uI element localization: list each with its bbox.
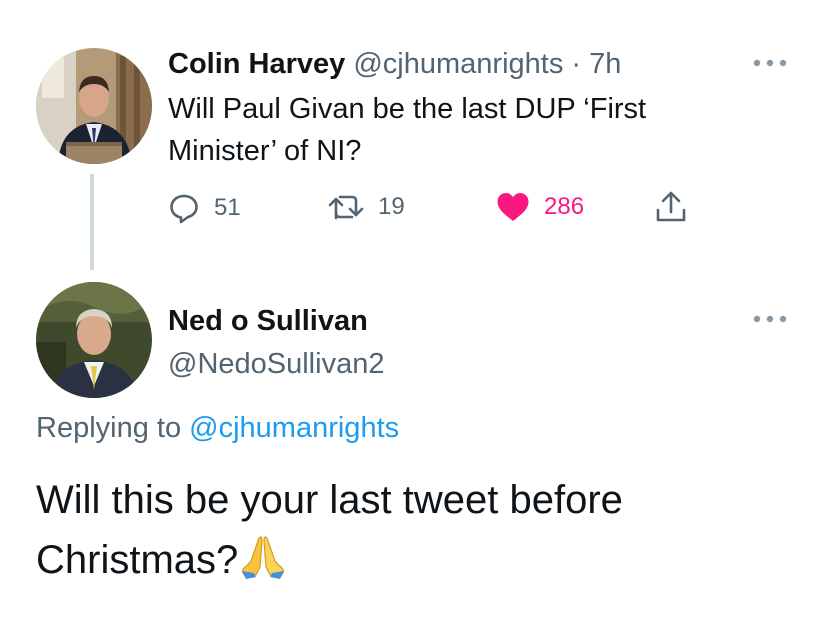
replying-to-label: Replying to	[36, 412, 182, 444]
tweet-text: Will this be your last tweet before Chri…	[36, 470, 796, 596]
replying-to-mention-link[interactable]: @cjhumanrights	[189, 412, 399, 444]
reply-count: 51	[214, 194, 241, 221]
retweet-icon	[328, 195, 364, 220]
more-options-button[interactable]	[752, 314, 788, 324]
replying-to-line: Replying to @cjhumanrights	[36, 412, 399, 445]
more-horizontal-icon	[753, 315, 787, 323]
reply-button[interactable]: 51	[168, 192, 241, 224]
more-options-button[interactable]	[752, 58, 788, 68]
avatar-colin-harvey[interactable]	[36, 48, 152, 164]
reply-text: Will this be your last tweet before Chri…	[36, 478, 623, 582]
avatar-ned-o-sullivan[interactable]	[36, 282, 152, 398]
like-button[interactable]: 286	[496, 192, 584, 222]
header-separator: ·	[571, 48, 582, 80]
user-handle[interactable]: @cjhumanrights	[353, 48, 563, 80]
reply-bubble-icon	[170, 194, 198, 224]
heart-icon	[497, 193, 529, 221]
display-name[interactable]: Colin Harvey	[168, 48, 345, 80]
share-button[interactable]	[654, 190, 702, 224]
retweet-button[interactable]: 19	[328, 192, 405, 222]
tweet-timestamp[interactable]: 7h	[589, 48, 621, 80]
display-name[interactable]: Ned o Sullivan	[168, 305, 368, 338]
more-horizontal-icon	[753, 59, 787, 67]
tweet-text: Will Paul Givan be the last DUP ‘First M…	[168, 93, 647, 167]
retweet-count: 19	[378, 193, 405, 220]
user-handle[interactable]: @NedoSullivan2	[168, 348, 384, 381]
share-icon	[656, 191, 686, 222]
like-count: 286	[544, 193, 585, 220]
thread-connector-line	[90, 174, 94, 270]
folded-hands-emoji-icon	[240, 535, 286, 596]
tweet-header: Colin Harvey @cjhumanrights · 7h	[168, 48, 621, 81]
